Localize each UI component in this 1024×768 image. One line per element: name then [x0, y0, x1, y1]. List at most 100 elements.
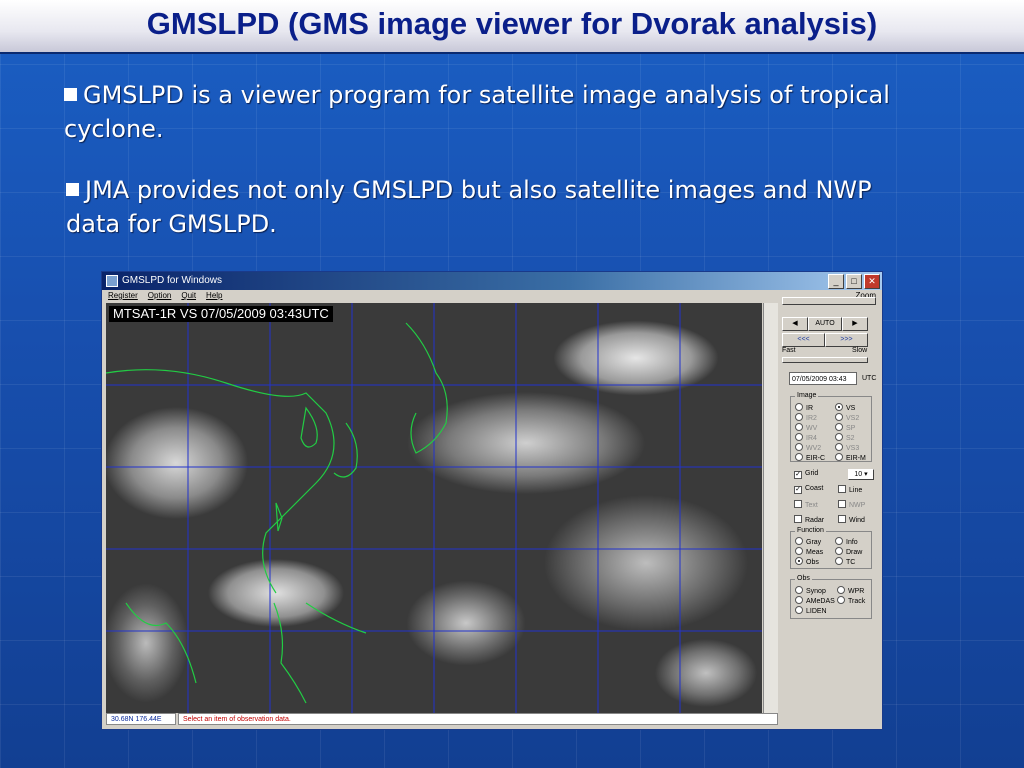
- checkbox-icon: [794, 500, 802, 508]
- window-titlebar[interactable]: GMSLPD for Windows _ □ ✕: [102, 272, 882, 290]
- radio-icon: [795, 547, 803, 555]
- utc-label: UTC: [862, 375, 877, 382]
- radio-wv2[interactable]: WV2: [795, 443, 821, 452]
- slide-title-bar: GMSLPD (GMS image viewer for Dvorak anal…: [0, 0, 1024, 54]
- checkbox-icon: [838, 500, 846, 508]
- radio-track-label: Track: [848, 598, 866, 605]
- radio-amedas-label: AMeDAS: [806, 598, 835, 605]
- bullet-2: JMA provides not only GMSLPD but also sa…: [66, 173, 926, 241]
- radio-ir4[interactable]: IR4: [795, 433, 817, 442]
- zoom-slider[interactable]: [782, 297, 876, 305]
- radio-tc[interactable]: TC: [835, 557, 855, 566]
- grid-spacing-select[interactable]: 10 ▾: [848, 469, 874, 480]
- radio-ir2[interactable]: IR2: [795, 413, 817, 422]
- next-button[interactable]: ▶: [842, 317, 868, 331]
- radio-icon: [795, 537, 803, 545]
- line-label: Line: [849, 487, 863, 494]
- radio-liden-label: LIDEN: [806, 608, 827, 615]
- radio-track[interactable]: Track: [837, 596, 865, 605]
- menu-help[interactable]: Help: [206, 291, 222, 300]
- radio-wpr[interactable]: WPR: [837, 586, 864, 595]
- coast-checkbox[interactable]: ✓ Coast: [794, 485, 823, 494]
- radio-icon: [835, 547, 843, 555]
- menu-option[interactable]: Option: [148, 291, 172, 300]
- radio-meas-label: Meas: [806, 549, 824, 556]
- nwp-label: NWP: [849, 502, 866, 509]
- slide-title: GMSLPD (GMS image viewer for Dvorak anal…: [146, 6, 878, 41]
- window-title: GMSLPD for Windows: [122, 275, 223, 286]
- radio-wv[interactable]: WV: [795, 423, 817, 432]
- radio-liden[interactable]: LIDEN: [795, 606, 827, 615]
- nwp-checkbox[interactable]: NWP: [838, 500, 865, 509]
- radio-icon: [835, 557, 843, 565]
- obs-group: Obs Synop AMeDAS LIDEN WPR Track: [790, 575, 872, 619]
- wind-label: Wind: [849, 517, 865, 524]
- radio-vs[interactable]: VS: [835, 403, 855, 412]
- prev-button[interactable]: ◀: [782, 317, 808, 331]
- radio-meas[interactable]: Meas: [795, 547, 823, 556]
- radio-icon: [795, 443, 803, 451]
- radio-synop[interactable]: Synop: [795, 586, 826, 595]
- radio-sp[interactable]: SP: [835, 423, 855, 432]
- radio-icon: [835, 537, 843, 545]
- radio-icon: [795, 586, 803, 594]
- radio-icon: [835, 443, 843, 451]
- checkbox-icon: [838, 485, 846, 493]
- radio-vs3[interactable]: VS3: [835, 443, 859, 452]
- radio-amedas[interactable]: AMeDAS: [795, 596, 835, 605]
- radio-icon: [795, 453, 803, 461]
- status-message: Select an item of observation data.: [178, 713, 778, 725]
- close-button[interactable]: ✕: [864, 274, 880, 289]
- obs-group-title: Obs: [795, 575, 812, 582]
- radio-selected-icon: [835, 403, 843, 411]
- image-group-title: Image: [795, 392, 819, 399]
- bullet-2-text: JMA provides not only GMSLPD but also sa…: [66, 176, 872, 238]
- radio-eir-c[interactable]: EIR-C: [795, 453, 825, 462]
- radio-draw[interactable]: Draw: [835, 547, 862, 556]
- slow-label: Slow: [852, 347, 868, 354]
- maximize-button[interactable]: □: [846, 274, 862, 289]
- radio-icon: [835, 433, 843, 441]
- radio-info[interactable]: Info: [835, 537, 858, 546]
- radio-icon: [795, 403, 803, 411]
- radio-vs2[interactable]: VS2: [835, 413, 859, 422]
- coast-label: Coast: [805, 485, 824, 492]
- radio-wv-label: WV: [806, 425, 818, 432]
- radio-obs[interactable]: Obs: [795, 557, 819, 566]
- wind-checkbox[interactable]: Wind: [838, 515, 865, 524]
- auto-button[interactable]: AUTO: [808, 317, 842, 331]
- radio-ir[interactable]: IR: [795, 403, 813, 412]
- radio-icon: [795, 413, 803, 421]
- radio-synop-label: Synop: [806, 588, 826, 595]
- radio-s2[interactable]: S2: [835, 433, 855, 442]
- radio-icon: [835, 423, 843, 431]
- radio-vs-label: VS: [846, 405, 856, 412]
- checked-icon: ✓: [794, 471, 802, 479]
- satellite-image[interactable]: MTSAT-1R VS 07/05/2009 03:43UTC: [106, 303, 762, 713]
- radar-checkbox[interactable]: Radar: [794, 515, 824, 524]
- radio-ir2-label: IR2: [806, 415, 817, 422]
- grid-checkbox[interactable]: ✓ Grid: [794, 470, 818, 479]
- line-checkbox[interactable]: Line: [838, 485, 862, 494]
- radio-eir-m[interactable]: EIR-M: [835, 453, 866, 462]
- text-checkbox[interactable]: Text: [794, 500, 818, 509]
- minimize-button[interactable]: _: [828, 274, 844, 289]
- radio-obs-label: Obs: [806, 559, 819, 566]
- forward-button[interactable]: >>>: [825, 333, 868, 347]
- vertical-scrollbar[interactable]: [763, 303, 778, 713]
- status-bar: 30.68N 176.44E Select an item of observa…: [106, 713, 878, 725]
- speed-slider[interactable]: [782, 357, 868, 363]
- radio-icon: [835, 453, 843, 461]
- coastlines: [106, 322, 448, 704]
- bullet-square-icon: [66, 183, 79, 196]
- radio-wpr-label: WPR: [848, 588, 865, 595]
- datetime-field[interactable]: 07/05/2009 03:43: [789, 372, 857, 385]
- radio-gray[interactable]: Gray: [795, 537, 821, 546]
- radio-icon: [837, 586, 845, 594]
- radio-icon: [835, 413, 843, 421]
- menu-quit[interactable]: Quit: [181, 291, 196, 300]
- menu-register[interactable]: Register: [108, 291, 138, 300]
- radio-s2-label: S2: [846, 435, 855, 442]
- overlay-svg: [106, 303, 762, 713]
- rewind-button[interactable]: <<<: [782, 333, 825, 347]
